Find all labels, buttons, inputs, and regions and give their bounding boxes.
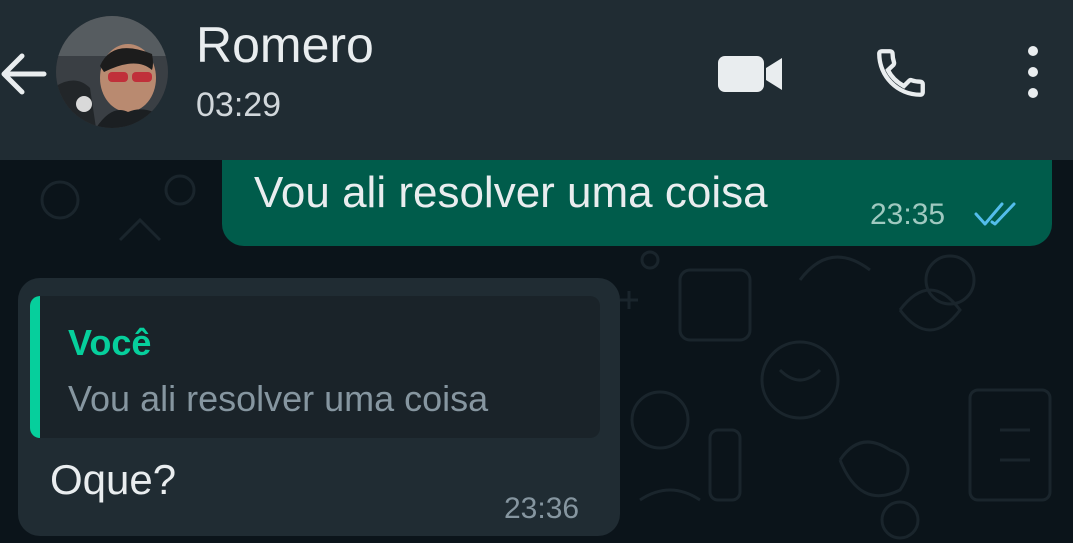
quote-accent-bar bbox=[30, 296, 40, 438]
phone-icon[interactable] bbox=[872, 44, 930, 102]
message-time: 23:36 bbox=[504, 492, 580, 525]
contact-name[interactable]: Romero bbox=[196, 16, 374, 74]
outgoing-message-bubble[interactable]: Vou ali resolver uma coisa 23:35 bbox=[222, 160, 1052, 246]
chat-area[interactable]: Vou ali resolver uma coisa 23:35 Você Vo… bbox=[0, 160, 1073, 543]
last-seen-status: 03:29 bbox=[196, 86, 282, 124]
chat-header: Romero 03:29 bbox=[0, 0, 1073, 160]
avatar[interactable] bbox=[56, 16, 168, 128]
quote-text: Vou ali resolver uma coisa bbox=[68, 378, 489, 419]
quote-author: Você bbox=[68, 322, 152, 363]
message-time: 23:35 bbox=[870, 198, 946, 231]
more-vert-icon[interactable] bbox=[1020, 42, 1046, 102]
double-check-read-icon bbox=[974, 200, 1022, 228]
message-text: Vou ali resolver uma coisa bbox=[254, 168, 768, 217]
back-arrow-icon[interactable] bbox=[0, 46, 50, 102]
quoted-message[interactable]: Você Vou ali resolver uma coisa bbox=[30, 296, 600, 438]
message-text: Oque? bbox=[50, 456, 177, 503]
video-call-icon[interactable] bbox=[716, 52, 784, 96]
incoming-message-bubble[interactable]: Você Vou ali resolver uma coisa Oque? 23… bbox=[18, 278, 620, 536]
